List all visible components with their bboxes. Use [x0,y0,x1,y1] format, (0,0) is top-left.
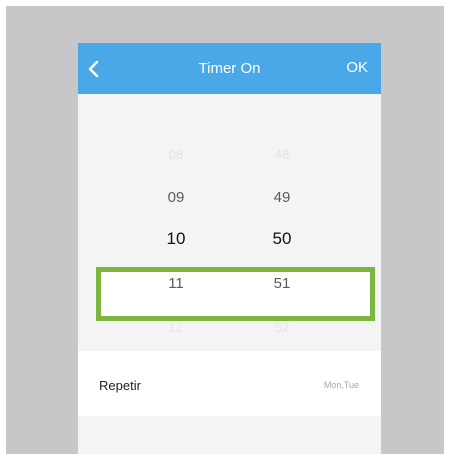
hour-wheel[interactable]: 08 09 10 11 12 [146,94,206,351]
selected-time-highlight [96,267,375,321]
page-title: Timer On [198,60,261,77]
timer-screen: Timer On OK 08 09 10 11 12 48 49 50 51 5… [78,43,381,454]
selected-hour[interactable]: 10 [146,229,206,249]
header-bar: Timer On OK [78,43,381,94]
repeat-row[interactable]: Repetir Mon,Tue [78,351,381,416]
minute-option[interactable]: 48 [252,147,312,162]
time-picker[interactable]: 08 09 10 11 12 48 49 50 51 52 [78,94,381,351]
repeat-value: Mon,Tue [323,380,359,390]
minute-option[interactable]: 52 [252,320,312,335]
footer-area [78,416,381,454]
minute-option[interactable]: 51 [252,275,312,292]
repeat-label: Repetir [99,378,141,393]
ok-button[interactable]: OK [346,59,368,76]
hour-option[interactable]: 09 [146,189,206,206]
minute-option[interactable]: 49 [252,189,312,206]
minute-wheel[interactable]: 48 49 50 51 52 [252,94,312,351]
selected-minute[interactable]: 50 [252,229,312,249]
hour-option[interactable]: 12 [146,320,206,335]
hour-option[interactable]: 08 [146,147,206,162]
hour-option[interactable]: 11 [146,275,206,292]
